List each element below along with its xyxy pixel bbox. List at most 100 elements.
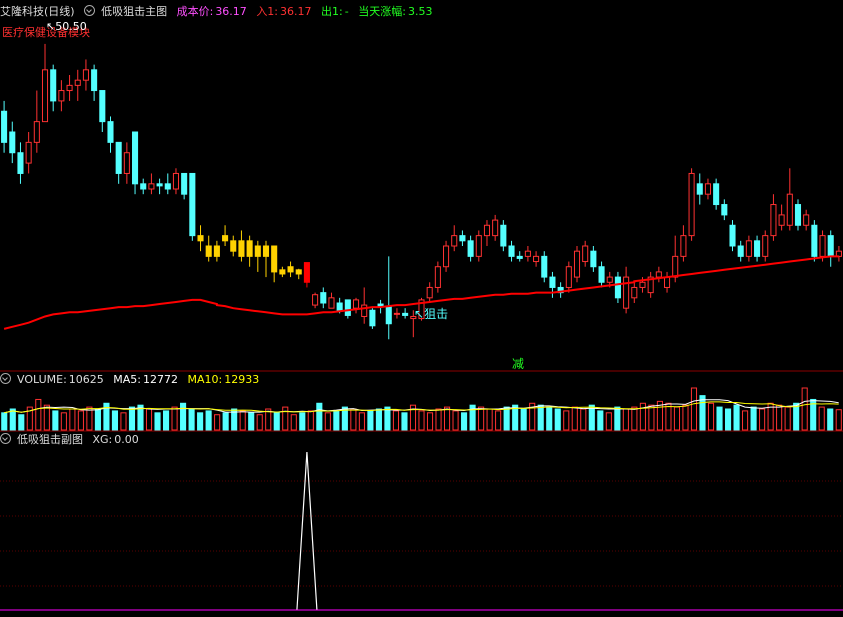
cost-label: 成本价: bbox=[176, 5, 214, 18]
in-value: 36.17 bbox=[280, 5, 312, 18]
volume-bar bbox=[154, 412, 161, 431]
candle-body bbox=[426, 286, 433, 299]
volume-bar bbox=[256, 414, 263, 431]
stock-name[interactable]: 艾隆科技 bbox=[0, 5, 44, 18]
candle-body bbox=[541, 255, 548, 278]
candle-body bbox=[631, 286, 638, 299]
volume-bar bbox=[486, 408, 493, 431]
candle-body bbox=[573, 250, 581, 278]
volume-bar bbox=[452, 410, 459, 431]
candle-body bbox=[385, 305, 392, 325]
candle-body bbox=[246, 240, 253, 257]
volume-bar bbox=[690, 387, 698, 431]
volume-bar bbox=[358, 412, 365, 431]
candle-body bbox=[696, 183, 703, 195]
candle-body bbox=[443, 245, 450, 268]
volume-bar bbox=[793, 402, 800, 431]
candle-body bbox=[312, 294, 319, 306]
volume-bar bbox=[580, 408, 587, 431]
volume-bar bbox=[197, 412, 204, 431]
candle-body bbox=[262, 245, 270, 257]
volume-bar bbox=[495, 410, 502, 431]
candle-body bbox=[295, 269, 302, 275]
volume-bar bbox=[316, 402, 323, 431]
volume-bar bbox=[537, 404, 544, 431]
candle-body bbox=[115, 141, 122, 174]
candle-body bbox=[606, 276, 613, 283]
volume-bar bbox=[214, 414, 221, 431]
volume-bar bbox=[605, 412, 612, 431]
candle-body bbox=[41, 69, 49, 123]
candle-body bbox=[181, 172, 188, 195]
candle-body bbox=[336, 302, 343, 312]
change-label: 当天涨幅: bbox=[358, 5, 406, 18]
candle-body bbox=[222, 235, 229, 242]
volume-bar bbox=[77, 410, 84, 431]
volume-bar bbox=[401, 412, 408, 431]
candle-body bbox=[33, 121, 40, 143]
candle-body bbox=[361, 304, 368, 317]
candle-body bbox=[279, 269, 286, 275]
sub-indicator-name[interactable]: 低吸狙击副图 bbox=[17, 433, 83, 446]
chevron-down-icon[interactable] bbox=[0, 433, 11, 444]
volume-bar bbox=[18, 414, 25, 431]
chevron-down-icon[interactable] bbox=[0, 373, 11, 384]
volume-bar bbox=[554, 408, 561, 431]
volume-header: VOLUME: 10625 MA5: 12772 MA10: 12933 bbox=[0, 372, 265, 388]
volume-bar bbox=[435, 408, 442, 431]
volume-bar bbox=[307, 410, 314, 431]
volume-bar bbox=[111, 410, 119, 431]
candle-body bbox=[58, 90, 65, 102]
volume-bar bbox=[520, 408, 527, 431]
candle-body bbox=[655, 271, 662, 278]
volume-bar bbox=[94, 408, 101, 431]
candle-body bbox=[737, 245, 744, 257]
volume-bar bbox=[631, 406, 638, 431]
candle-body bbox=[778, 214, 785, 226]
volume-bar bbox=[563, 410, 570, 431]
candle-body bbox=[303, 262, 310, 283]
volume-bar bbox=[724, 408, 732, 431]
candle-body bbox=[663, 276, 671, 288]
volume-bar bbox=[588, 404, 595, 431]
candle-body bbox=[524, 250, 531, 257]
candle-body bbox=[91, 69, 98, 92]
candle-body bbox=[328, 297, 335, 309]
xg-value: 0.00 bbox=[114, 433, 139, 446]
volume-bar bbox=[239, 410, 246, 431]
candle-body bbox=[369, 309, 376, 327]
volume-bar bbox=[282, 406, 289, 431]
volume-bar bbox=[350, 408, 357, 431]
volume-bar bbox=[776, 404, 783, 431]
volume-bar bbox=[461, 412, 468, 431]
candle-body bbox=[238, 240, 245, 257]
volume-bar bbox=[503, 406, 510, 431]
chevron-down-icon[interactable] bbox=[84, 5, 96, 16]
volume-bar bbox=[52, 410, 59, 431]
volume-bar bbox=[69, 408, 76, 431]
volume-bar bbox=[648, 404, 655, 431]
candle-body bbox=[672, 255, 679, 278]
volume-bar bbox=[9, 408, 16, 431]
candle-body bbox=[786, 193, 793, 226]
candle-body bbox=[508, 245, 515, 257]
candle-body bbox=[623, 276, 630, 309]
arrow-icon: ↖ bbox=[46, 20, 56, 33]
out-value: - bbox=[344, 5, 349, 18]
volume-bar bbox=[426, 412, 434, 431]
candle-body bbox=[729, 224, 736, 247]
volume-bar bbox=[171, 406, 178, 431]
volume-bar bbox=[205, 410, 212, 431]
candle-body bbox=[148, 183, 155, 190]
volume-bar bbox=[597, 410, 604, 431]
period-label: (日线) bbox=[44, 5, 75, 18]
candle-body bbox=[254, 245, 261, 257]
indicator-name[interactable]: 低吸狙击主图 bbox=[101, 5, 167, 18]
ma5-value: 12772 bbox=[143, 373, 179, 386]
candle-body bbox=[172, 172, 180, 190]
candle-body bbox=[107, 121, 114, 143]
volume-bar bbox=[188, 408, 195, 431]
candle-body bbox=[156, 183, 163, 187]
candle-body bbox=[66, 84, 73, 92]
volume-bar bbox=[324, 412, 331, 431]
